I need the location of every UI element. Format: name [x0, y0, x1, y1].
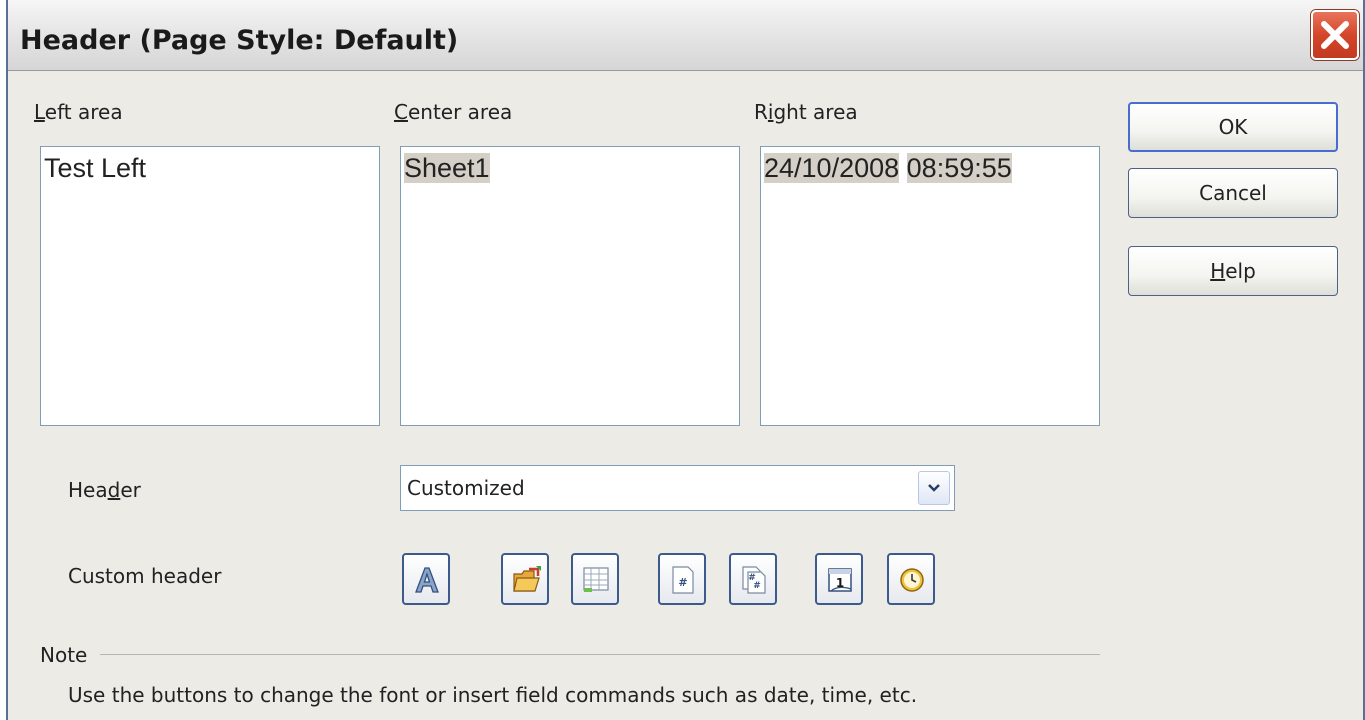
close-icon: [1321, 21, 1349, 49]
sheet-name-field: Sheet1: [404, 153, 490, 183]
header-select[interactable]: Customized: [400, 465, 955, 511]
time-icon: [900, 568, 924, 592]
help-button[interactable]: Help: [1128, 246, 1338, 296]
title-bar[interactable]: Header (Page Style: Default): [8, 0, 1363, 71]
page-number-button[interactable]: #: [658, 553, 706, 605]
cancel-button[interactable]: Cancel: [1128, 168, 1338, 218]
custom-header-label: Custom header: [68, 564, 222, 588]
text-attributes-icon: [415, 567, 439, 593]
header-dialog: Header (Page Style: Default) Left area T…: [6, 0, 1365, 720]
sheet-name-icon: [583, 567, 609, 592]
page-icon: #: [672, 566, 694, 594]
svg-text:#: #: [753, 581, 761, 591]
header-select-dropdown-button[interactable]: [918, 471, 950, 505]
left-area-content: Test Left: [44, 153, 147, 183]
time-button[interactable]: [887, 553, 935, 605]
center-area-label: Center area: [394, 100, 513, 124]
note-text: Use the buttons to change the font or in…: [68, 683, 918, 707]
time-field: 08:59:55: [906, 153, 1012, 183]
file-name-button[interactable]: [501, 553, 549, 605]
date-icon: 1: [828, 568, 852, 592]
text-attributes-button[interactable]: [402, 553, 450, 605]
svg-text:1: 1: [836, 576, 844, 590]
left-area-editor[interactable]: Test Left: [40, 146, 380, 426]
note-separator: [100, 654, 1100, 655]
dialog-title: Header (Page Style: Default): [20, 25, 459, 56]
date-field: 24/10/2008: [764, 153, 900, 183]
left-area-label: Left area: [34, 100, 123, 124]
center-area-editor[interactable]: Sheet1: [400, 146, 740, 426]
date-button[interactable]: 1: [815, 553, 863, 605]
svg-text:#: #: [678, 576, 687, 589]
note-label: Note: [40, 643, 88, 667]
center-area-content: Sheet1: [404, 153, 490, 184]
right-area-label: Right area: [754, 100, 858, 124]
header-label: Header: [68, 478, 141, 502]
right-area-editor[interactable]: 24/10/2008 08:59:55: [760, 146, 1100, 426]
file-name-icon: [513, 566, 541, 592]
close-button[interactable]: [1311, 10, 1359, 60]
total-pages-button[interactable]: # #: [729, 553, 777, 605]
right-area-content: 24/10/2008 08:59:55: [764, 153, 1012, 184]
pages-icon: # #: [742, 566, 766, 594]
ok-button[interactable]: OK: [1128, 102, 1338, 152]
header-select-value: Customized: [407, 476, 525, 500]
sheet-name-button[interactable]: [571, 553, 619, 605]
chevron-down-icon: [928, 484, 940, 492]
